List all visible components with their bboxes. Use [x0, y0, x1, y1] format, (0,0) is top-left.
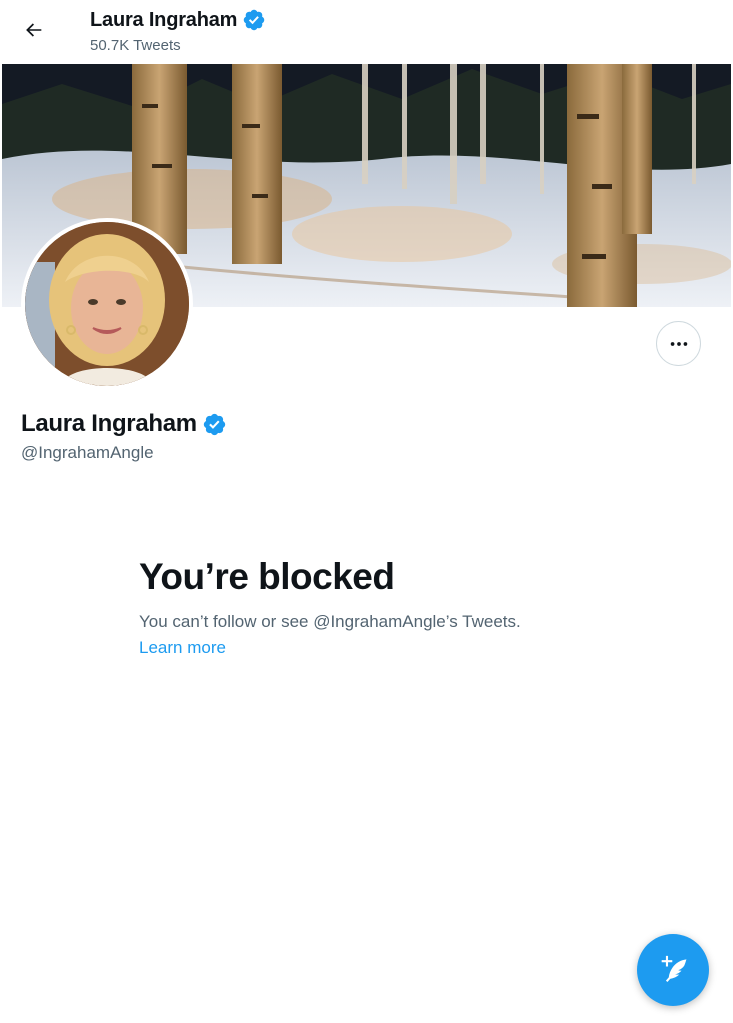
profile-page: Laura Ingraham 50.7K Tweets Laura Ingrah… [0, 0, 733, 1023]
compose-tweet-button[interactable] [637, 934, 709, 1006]
profile-name-text: Laura Ingraham [21, 410, 197, 437]
learn-more-link[interactable]: Learn more [139, 638, 226, 658]
more-horizontal-icon [670, 341, 687, 346]
verified-badge-icon [203, 413, 226, 435]
blocked-title: You’re blocked [139, 556, 395, 597]
top-app-bar: Laura Ingraham 50.7K Tweets [0, 0, 733, 64]
header-title-text: Laura Ingraham [90, 8, 238, 31]
header-title: Laura Ingraham [90, 8, 266, 32]
arrow-left-icon [26, 23, 42, 37]
more-options-button[interactable] [656, 321, 701, 366]
verified-badge-icon [244, 9, 265, 31]
back-button[interactable] [14, 12, 54, 48]
profile-avatar[interactable] [21, 218, 193, 390]
compose-tweet-icon [661, 955, 687, 983]
profile-handle: @IngrahamAngle [21, 443, 154, 462]
profile-display-name: Laura Ingraham [21, 410, 227, 438]
tweet-count: 50.7K Tweets [90, 37, 181, 54]
blocked-message: You can’t follow or see @IngrahamAngle’s… [139, 612, 521, 631]
